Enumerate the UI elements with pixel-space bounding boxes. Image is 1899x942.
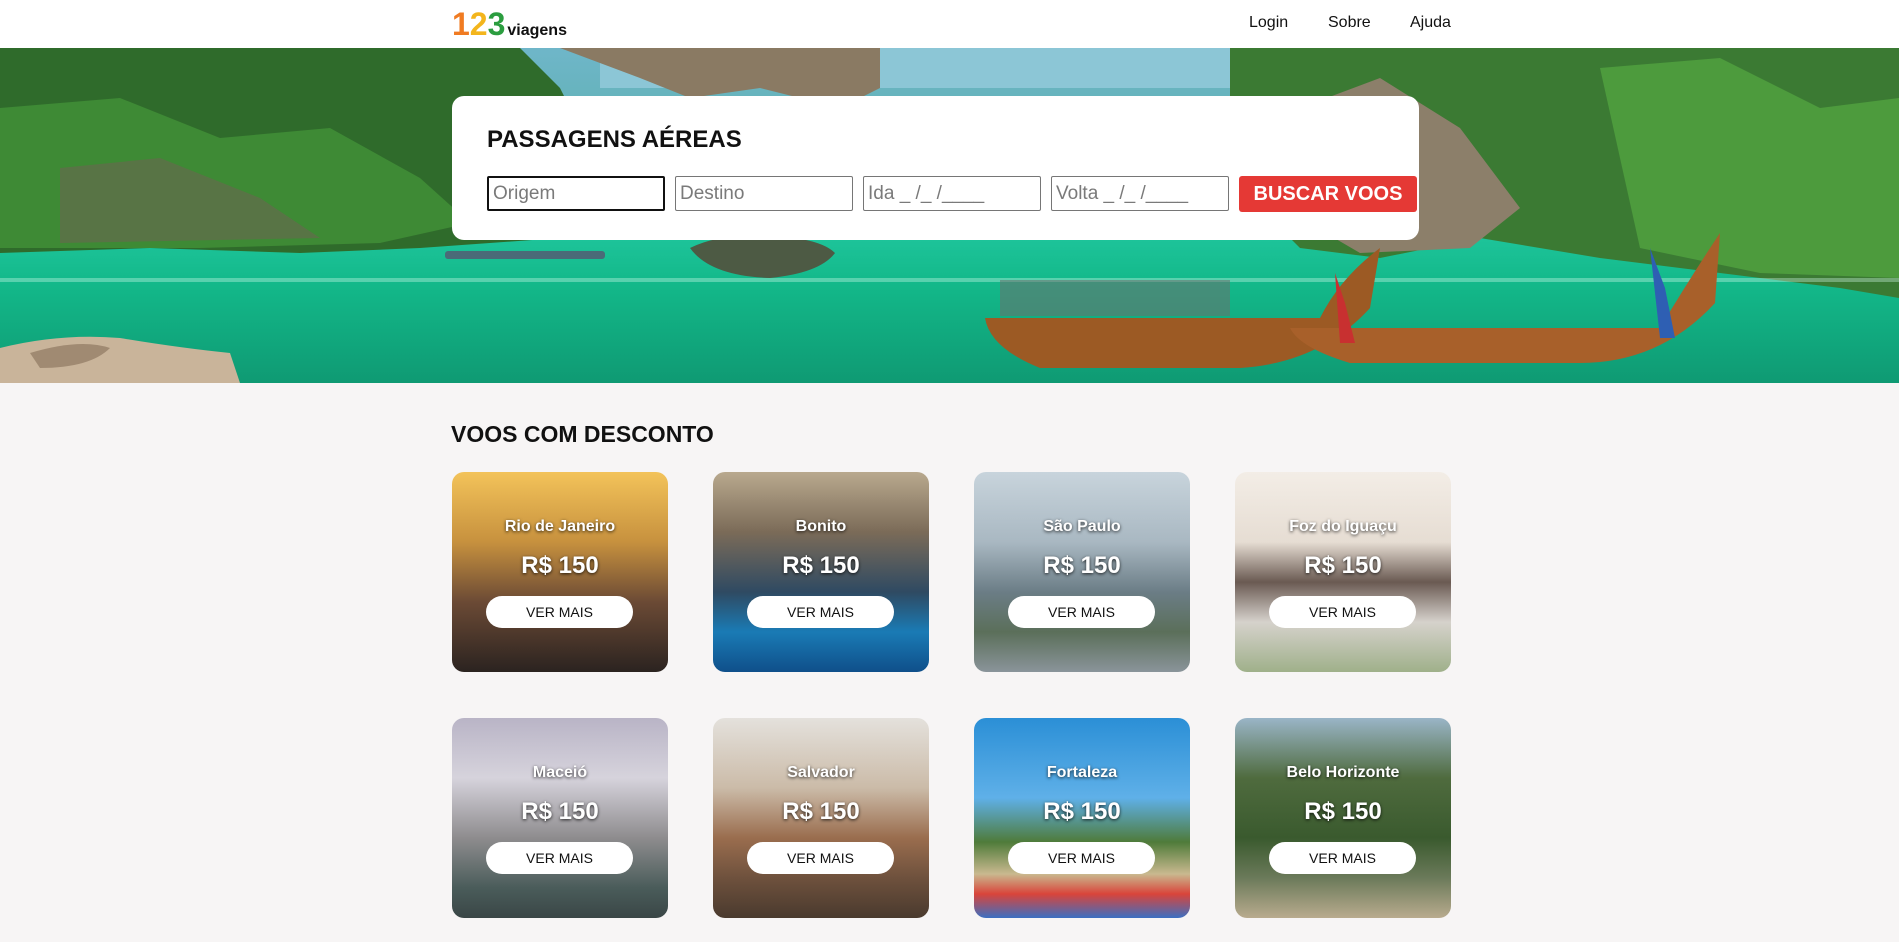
deal-card-sao-paulo[interactable]: São Paulo R$ 150 VER MAIS	[974, 472, 1190, 672]
departure-date-input[interactable]	[863, 176, 1041, 211]
see-more-button[interactable]: VER MAIS	[1008, 596, 1155, 628]
logo-digit-3: 3	[487, 6, 506, 42]
nav-help-link[interactable]: Ajuda	[1410, 14, 1451, 32]
nav-about-link[interactable]: Sobre	[1328, 14, 1371, 32]
card-price: R$ 150	[521, 552, 599, 579]
deal-card-belo-horizonte[interactable]: Belo Horizonte R$ 150 VER MAIS	[1235, 718, 1451, 918]
deal-card-maceio[interactable]: Maceió R$ 150 VER MAIS	[452, 718, 668, 918]
card-city: Maceió	[532, 764, 588, 781]
card-price: R$ 150	[521, 798, 599, 825]
card-city: Fortaleza	[1046, 764, 1118, 781]
card-price: R$ 150	[1043, 798, 1121, 825]
see-more-button[interactable]: VER MAIS	[486, 842, 633, 874]
nav-login[interactable]: Login	[1249, 0, 1288, 45]
nav-login-link[interactable]: Login	[1249, 14, 1288, 32]
card-price: R$ 150	[1304, 798, 1382, 825]
nav-about[interactable]: Sobre	[1328, 0, 1371, 45]
flight-search-card: PASSAGENS AÉREAS BUSCAR VOOS	[452, 96, 1419, 240]
card-price: R$ 150	[782, 798, 860, 825]
logo-digit-1: 1	[452, 6, 470, 42]
card-price: R$ 150	[1304, 552, 1382, 579]
hero-banner: PASSAGENS AÉREAS BUSCAR VOOS	[0, 48, 1899, 383]
card-price: R$ 150	[1043, 552, 1121, 579]
search-flights-button[interactable]: BUSCAR VOOS	[1239, 176, 1417, 212]
site-logo[interactable]: 1 2 3 viagens	[452, 6, 567, 42]
top-header: 1 2 3 viagens Login Sobre Ajuda	[0, 0, 1899, 48]
search-title: PASSAGENS AÉREAS	[487, 126, 742, 153]
see-more-button[interactable]: VER MAIS	[1269, 842, 1416, 874]
logo-digit-2: 2	[469, 6, 488, 42]
card-city: Salvador	[787, 764, 855, 781]
card-city: São Paulo	[1043, 518, 1121, 535]
deal-card-fortaleza[interactable]: Fortaleza R$ 150 VER MAIS	[974, 718, 1190, 918]
deal-card-foz-do-iguacu[interactable]: Foz do Iguaçu R$ 150 VER MAIS	[1235, 472, 1451, 672]
nav-help[interactable]: Ajuda	[1410, 0, 1451, 45]
origin-input[interactable]	[487, 176, 665, 211]
see-more-button[interactable]: VER MAIS	[1008, 842, 1155, 874]
see-more-button[interactable]: VER MAIS	[747, 596, 894, 628]
logo-word: viagens	[507, 22, 567, 39]
see-more-button[interactable]: VER MAIS	[1269, 596, 1416, 628]
deal-card-rio-de-janeiro[interactable]: Rio de Janeiro R$ 150 VER MAIS	[452, 472, 668, 672]
card-city: Bonito	[795, 518, 847, 535]
card-city: Rio de Janeiro	[504, 518, 616, 535]
card-price: R$ 150	[782, 552, 860, 579]
card-city: Belo Horizonte	[1286, 764, 1400, 781]
card-city: Foz do Iguaçu	[1289, 518, 1397, 535]
deal-card-salvador[interactable]: Salvador R$ 150 VER MAIS	[713, 718, 929, 918]
discount-section-title: VOOS COM DESCONTO	[451, 421, 714, 447]
deal-card-bonito[interactable]: Bonito R$ 150 VER MAIS	[713, 472, 929, 672]
see-more-button[interactable]: VER MAIS	[747, 842, 894, 874]
destination-input[interactable]	[675, 176, 853, 211]
see-more-button[interactable]: VER MAIS	[486, 596, 633, 628]
return-date-input[interactable]	[1051, 176, 1229, 211]
